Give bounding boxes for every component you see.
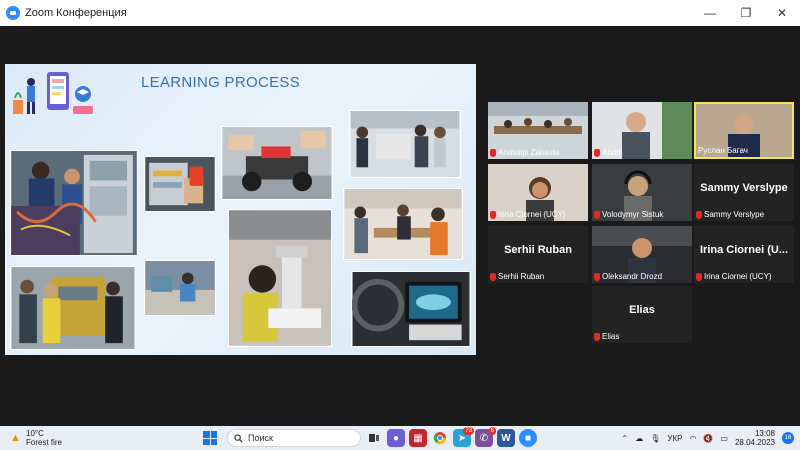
taskbar-search[interactable]: Поиск — [227, 429, 361, 447]
windows-taskbar: ▲ 10°C Forest fire Поиск ● ▦ ➤ 73 ✆ 6 W ■ … — [0, 426, 800, 450]
zoom-taskbar-icon[interactable]: ■ — [519, 429, 537, 447]
zoom-app-icon — [6, 6, 20, 20]
weather-widget[interactable]: ▲ 10°C Forest fire — [10, 429, 62, 447]
battery-icon[interactable]: ▭ — [720, 434, 728, 443]
photo-group-lab-instructor — [349, 110, 461, 178]
participant-tile[interactable]: Sammy Verslype Sammy Verslype — [694, 164, 794, 221]
participant-display-name: Serhii Ruban — [504, 244, 572, 256]
clock-date: 28.04.2023 — [734, 438, 775, 447]
participant-tile-active-speaker[interactable]: Руслан Багач — [694, 102, 794, 159]
photo-car-dashboard-tablet — [351, 271, 471, 347]
word-icon[interactable]: W — [497, 429, 515, 447]
mic-muted-icon — [490, 272, 496, 281]
system-tray: ⌃ ☁ 🎙 УКР ◠ 🔇 ▭ 13:08 28.04.2023 16 — [622, 426, 794, 450]
participant-tile[interactable]: Serhii Ruban Serhii Ruban — [488, 226, 588, 283]
mic-muted-icon — [490, 210, 496, 219]
participant-name-label: Elias — [594, 332, 619, 341]
photo-student-at-workbench — [144, 260, 216, 316]
participant-tile[interactable]: Irina Ciornei (UCY) — [488, 164, 588, 221]
wifi-icon[interactable]: ◠ — [689, 434, 696, 443]
window-title: Zoom Конференция — [25, 7, 127, 19]
shared-screen-slide[interactable]: LEARNING PROCESS — [5, 64, 476, 355]
slide-title: LEARNING PROCESS — [141, 74, 301, 91]
participant-name-label: Serhii Ruban — [490, 272, 544, 281]
photo-student-microscope — [228, 209, 332, 347]
viber-badge: 6 — [488, 427, 496, 435]
notification-count-badge[interactable]: 16 — [782, 432, 794, 444]
participant-tile[interactable]: Elias Elias — [592, 286, 692, 343]
calendar-app-icon[interactable]: ▦ — [409, 429, 427, 447]
weather-description: Forest fire — [26, 438, 63, 447]
maximize-button[interactable]: ❐ — [728, 0, 764, 26]
telegram-badge: 73 — [463, 427, 474, 435]
cloud-icon[interactable]: ☁ — [635, 434, 643, 443]
mic-muted-icon — [594, 272, 600, 281]
warning-icon: ▲ — [10, 431, 21, 444]
windows-start-icon[interactable] — [203, 431, 217, 445]
participant-name-label: Volodymyr Sistuk — [594, 210, 663, 219]
keyboard-language[interactable]: УКР — [667, 434, 682, 443]
education-illustration-icon — [13, 72, 93, 114]
photo-students-around-table — [343, 188, 463, 260]
search-placeholder: Поиск — [248, 433, 273, 443]
viber-icon[interactable]: ✆ 6 — [475, 427, 496, 447]
clock[interactable]: 13:08 28.04.2023 — [735, 429, 775, 447]
participant-tile[interactable]: Oleksandr Drozd — [592, 226, 692, 283]
participant-name-label: Irina Ciornei (UCY) — [490, 210, 566, 219]
chrome-icon[interactable] — [431, 429, 449, 447]
mic-muted-icon — [594, 332, 600, 341]
participant-name-label: Sammy Verslype — [696, 210, 764, 219]
clock-time: 13:08 — [754, 429, 775, 438]
participant-display-name: Sammy Verslype — [700, 182, 788, 194]
participant-name-label: Anatolijs Zabasta — [490, 148, 559, 157]
weather-temperature: 10°C — [26, 429, 44, 438]
chevron-up-icon[interactable]: ⌃ — [622, 434, 629, 443]
mic-muted-icon — [594, 148, 600, 157]
photo-students-electrical-cabinet — [10, 150, 138, 256]
microphone-icon[interactable]: 🎙 — [650, 434, 660, 443]
participant-tile[interactable]: Andrii — [592, 102, 692, 159]
search-icon — [234, 433, 243, 443]
participant-tile[interactable]: Anatolijs Zabasta — [488, 102, 588, 159]
mic-muted-icon — [696, 272, 702, 281]
photo-robot-car-assembly — [221, 126, 333, 200]
photo-students-pump-station — [10, 266, 136, 350]
participant-name-label: Andrii — [594, 148, 622, 157]
window-titlebar: Zoom Конференция — ❐ ✕ — [0, 0, 800, 26]
window-controls: — ❐ ✕ — [692, 0, 800, 26]
participant-display-name: Elias — [629, 304, 655, 316]
mic-muted-icon — [696, 210, 702, 219]
photo-hands-measuring-device — [144, 156, 216, 212]
teams-chat-icon[interactable]: ● — [387, 429, 405, 447]
mic-muted-icon — [490, 148, 496, 157]
close-button[interactable]: ✕ — [764, 0, 800, 26]
telegram-icon[interactable]: ➤ 73 — [453, 427, 474, 447]
participant-name-label: Руслан Багач — [698, 146, 748, 155]
participant-name-label: Irina Ciornei (UCY) — [696, 272, 772, 281]
participant-name-label: Oleksandr Drozd — [594, 272, 662, 281]
participant-tile[interactable]: Irina Ciornei (U... Irina Ciornei (UCY) — [694, 226, 794, 283]
participant-tile[interactable]: Volodymyr Sistuk — [592, 164, 692, 221]
mic-muted-icon — [594, 210, 600, 219]
participant-display-name: Irina Ciornei (U... — [699, 244, 788, 256]
minimize-button[interactable]: — — [692, 0, 728, 26]
taskbar-apps: Поиск ● ▦ ➤ 73 ✆ 6 W ■ — [203, 426, 537, 450]
volume-muted-icon[interactable]: 🔇 — [703, 434, 713, 443]
task-view-icon[interactable] — [365, 429, 383, 447]
participant-gallery: Anatolijs Zabasta Andrii Руслан Багач Ir… — [486, 102, 800, 362]
